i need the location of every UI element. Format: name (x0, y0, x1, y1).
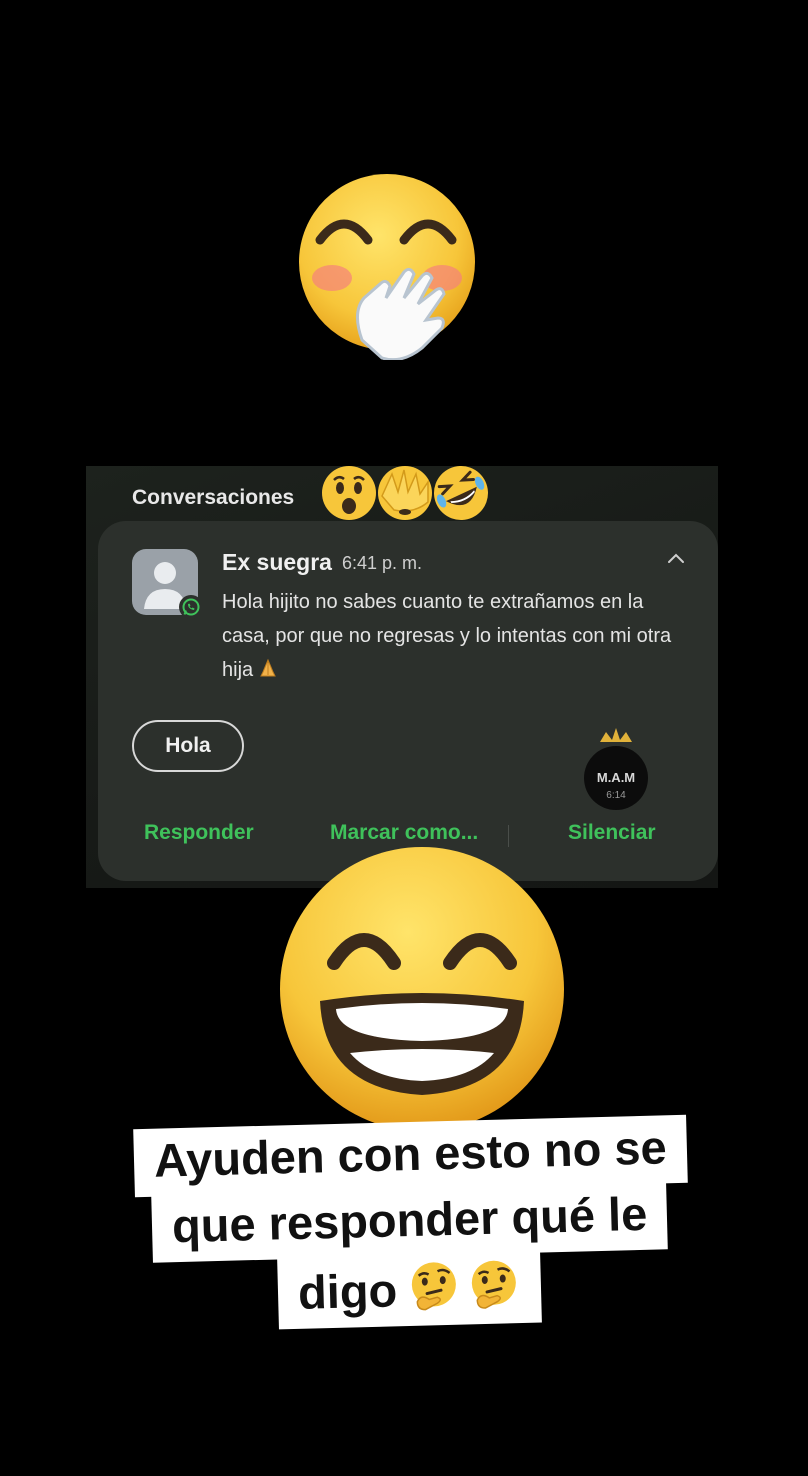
timestamp: 6:41 p. m. (342, 553, 423, 573)
reaction-emojis (318, 466, 488, 524)
face-with-hand-over-eyes-emoji (378, 466, 432, 520)
mark-as-action[interactable]: Marcar como... (330, 821, 478, 845)
sender-name: Ex suegra (222, 549, 332, 575)
thinking-emojis (407, 1257, 522, 1314)
whatsapp-icon (179, 595, 203, 619)
svg-text:6:14: 6:14 (606, 790, 626, 801)
beaming-grin-emoji (280, 847, 564, 1131)
message-text: Hola hijito no sabes cuanto te extrañamo… (222, 585, 682, 687)
thinking-face-emoji (472, 1260, 517, 1309)
caption-line-3-text: digo (297, 1263, 399, 1319)
folded-hands-icon (260, 658, 276, 677)
astonished-emoji (322, 466, 376, 520)
reply-action[interactable]: Responder (144, 821, 254, 845)
notification-card[interactable]: Ex suegra 6:41 p. m. Hola hijito no sabe… (98, 521, 718, 881)
rofl-emoji (434, 466, 488, 520)
quick-reply-button[interactable]: Hola (132, 720, 244, 772)
watermark-logo: M.A.M 6:14 (584, 728, 648, 810)
hand-over-mouth-emoji (299, 174, 475, 360)
caption: Ayuden con esto no se que responder qué … (130, 1114, 690, 1330)
svg-text:M.A.M: M.A.M (597, 770, 635, 785)
thinking-face-emoji (412, 1262, 457, 1311)
caption-line-2: que responder qué le (151, 1181, 669, 1263)
caption-line-3: digo (277, 1250, 543, 1330)
mute-action[interactable]: Silenciar (568, 821, 656, 845)
section-title: Conversaciones (132, 486, 295, 509)
chevron-up-icon[interactable] (666, 551, 686, 565)
message-body: Hola hijito no sabes cuanto te extrañamo… (222, 591, 672, 681)
notification-panel: Conversaciones Ex suegra 6:41 p. m. Hola… (86, 466, 718, 888)
